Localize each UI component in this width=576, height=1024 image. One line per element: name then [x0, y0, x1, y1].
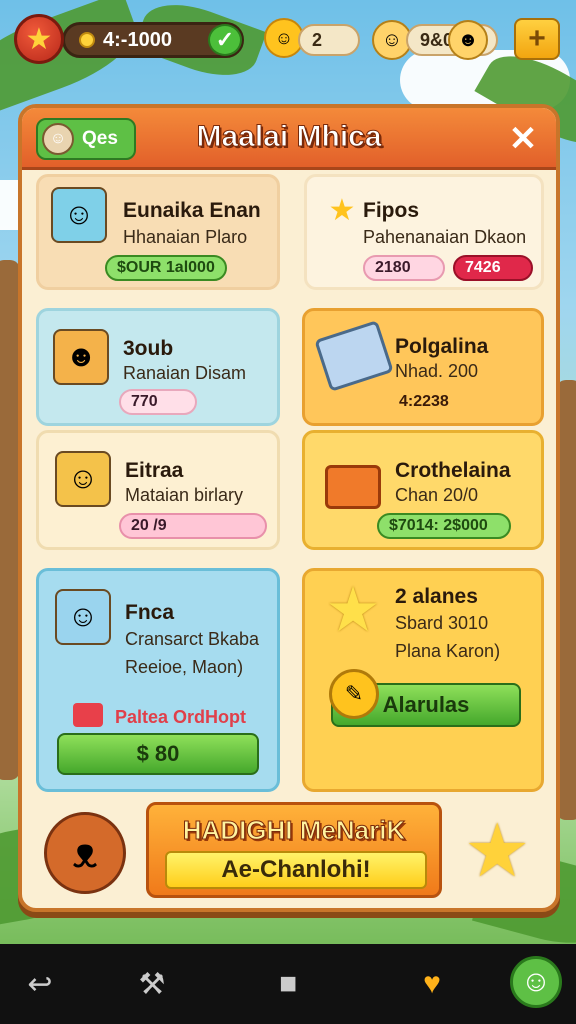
- gift-icon: [73, 703, 103, 727]
- card-subtitle: Pahenanaian Dkaon: [363, 227, 527, 247]
- banner-title: HADIGHI MeNariK: [182, 815, 406, 846]
- villager-avatar: ☺: [55, 589, 111, 645]
- villager-avatar: ☺: [55, 451, 111, 507]
- close-button[interactable]: ✕: [502, 118, 544, 160]
- coin-value: 4:-1000: [103, 28, 172, 51]
- profile-icon[interactable]: ☺: [510, 956, 562, 1008]
- card-subtitle: Nhad. 200: [395, 361, 479, 381]
- card-subtitle: Cransarct Bkaba: [125, 629, 260, 649]
- card-title: Polgalina: [395, 335, 489, 358]
- add-coins-button[interactable]: ✓: [208, 24, 242, 56]
- offer-label: Paltea OrdHopt: [115, 707, 247, 727]
- bottom-nav: ↩ ⚒ ■ ♥ ☺: [0, 944, 576, 1024]
- reward-value: $7014: 2$000: [389, 517, 488, 534]
- card-title: Fnca: [125, 601, 175, 624]
- card-subtitle: Mataian birlary: [125, 485, 244, 505]
- quest-card[interactable]: Polgalina Nhad. 200 4:2238: [302, 308, 544, 426]
- buy-button[interactable]: $ 80: [57, 733, 259, 775]
- player-face-icon: ☻: [448, 20, 488, 60]
- tool-box-icon: [314, 320, 394, 392]
- star-icon: ★: [464, 809, 531, 892]
- villager-avatar: ☻: [53, 329, 109, 385]
- quest-card[interactable]: ☺ Eitraa Mataian birlary 20 /9: [36, 430, 280, 550]
- reward-pill: 20 /9: [119, 513, 267, 539]
- quest-card[interactable]: ☻ 3oub Ranaian Disam 770: [36, 308, 280, 426]
- coin-icon: ✎: [329, 669, 379, 719]
- card-title: Eunaika Enan: [123, 199, 261, 222]
- quest-card[interactable]: ☺ Fnca Cransarct Bkaba Reeioe, Maon) Pal…: [36, 568, 280, 792]
- cost-value: 7426: [465, 259, 501, 276]
- panel-title: Maalai Mhica: [196, 120, 382, 154]
- card-title: 2 alanes: [395, 585, 478, 608]
- card-title: Fipos: [363, 199, 419, 222]
- quest-card[interactable]: ☺ Eunaika Enan Hhanaian Plaro $OUR 1al00…: [36, 174, 280, 290]
- card-subtitle-2: Plana Karon): [395, 641, 501, 661]
- home-square-icon[interactable]: ■: [266, 962, 310, 1006]
- main-panel: ☺ Qes Maalai Mhica ✕ ☺ Eunaika Enan Hhan…: [18, 104, 560, 912]
- quest-card[interactable]: ★ 2 alanes Sbard 3010 Plana Karon) Alaru…: [302, 568, 544, 792]
- sun-value: 2: [312, 29, 323, 50]
- top-hud: 4:-1000 ★ ✓ ☺ 2 ☺ 9&0 ☻ +: [0, 8, 576, 64]
- claim-button-label: Alarulas: [382, 692, 470, 717]
- reward-value: 770: [131, 393, 158, 410]
- card-title: Eitraa: [125, 459, 184, 482]
- shop-plus-button[interactable]: +: [514, 18, 560, 60]
- reward-pill: $7014: 2$000: [377, 513, 511, 539]
- quest-card[interactable]: Crothelaina Chan 20/0 $7014: 2$000: [302, 430, 544, 550]
- card-subtitle: Sbard 3010: [395, 613, 489, 633]
- reward-value: $OUR 1al000: [117, 259, 215, 276]
- reward-pill: $OUR 1al000: [105, 255, 227, 281]
- reward-value: 4:2238: [399, 393, 449, 410]
- paint-brush-icon: [325, 465, 381, 509]
- bear-mascot-icon: ᴥ: [44, 812, 126, 894]
- reward-pill: 4:2238: [389, 389, 459, 415]
- reward-value: 2180: [375, 259, 411, 276]
- villager-avatar: ☺: [51, 187, 107, 243]
- panel-header: ☺ Qes Maalai Mhica ✕: [22, 108, 556, 170]
- card-subtitle: Hhanaian Plaro: [123, 227, 248, 247]
- card-subtitle-2: Reeioe, Maon): [125, 657, 244, 677]
- cost-pill: 7426: [453, 255, 533, 281]
- challenge-button-label: Ae-Chanlohi!: [221, 856, 371, 883]
- reward-value: 20 /9: [131, 517, 167, 534]
- star-icon: ★: [325, 575, 381, 645]
- sun-counter: 2: [298, 24, 360, 56]
- buy-button-label: $ 80: [136, 741, 180, 766]
- level-star-button[interactable]: ★: [14, 14, 64, 64]
- back-arrow-icon[interactable]: ↩: [18, 962, 62, 1006]
- fruit-icon[interactable]: ♥: [410, 962, 454, 1006]
- quest-card[interactable]: ★ Fipos Pahenanaian Dkaon 2180 7426: [304, 174, 544, 290]
- hammer-icon[interactable]: ⚒: [130, 962, 174, 1006]
- card-title: Crothelaina: [395, 459, 511, 482]
- card-subtitle: Chan 20/0: [395, 485, 479, 505]
- card-title: 3oub: [123, 337, 174, 360]
- reward-pill: 2180: [363, 255, 445, 281]
- star-icon: ★: [25, 22, 53, 56]
- challenge-button[interactable]: Ae-Chanlohi!: [165, 851, 427, 889]
- reward-pill: 770: [119, 389, 197, 415]
- coin-icon: [79, 32, 95, 48]
- card-subtitle: Ranaian Disam: [123, 363, 247, 383]
- star-icon: ★: [328, 193, 356, 227]
- event-banner: HADIGHI MeNariK Ae-Chanlohi!: [146, 802, 442, 898]
